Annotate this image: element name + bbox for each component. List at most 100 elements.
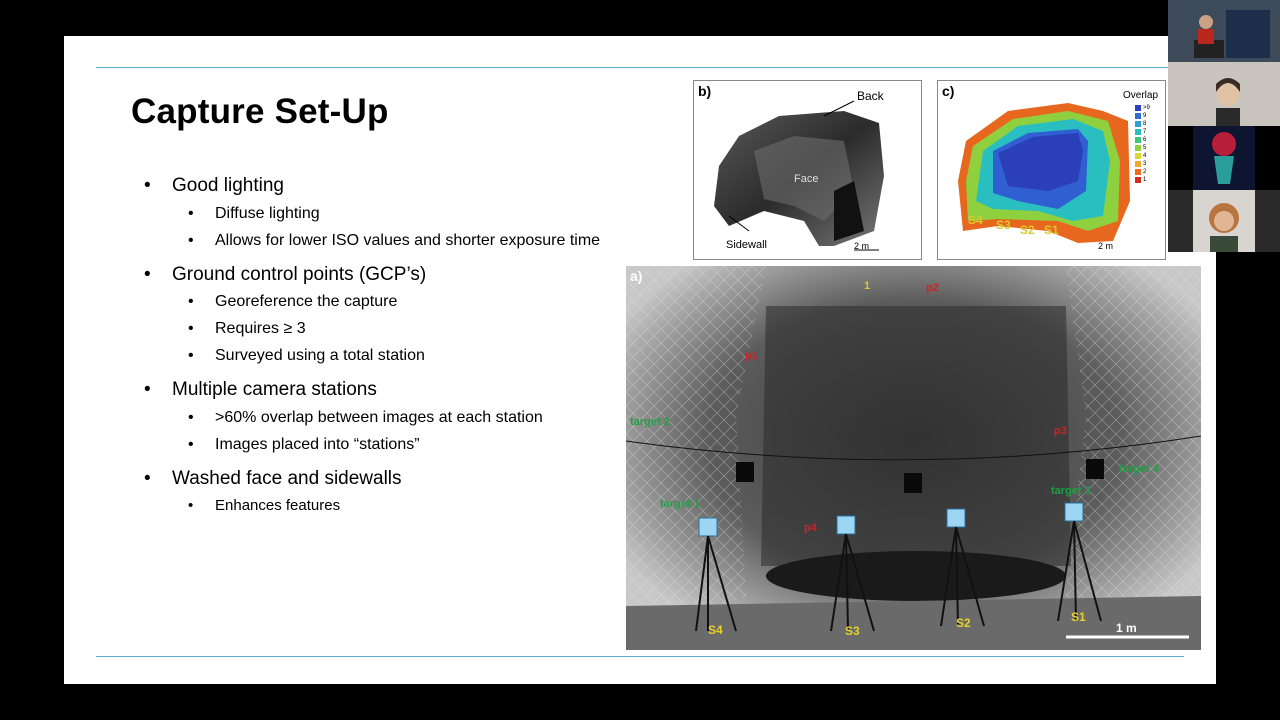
station-label: S4: [708, 623, 723, 637]
target-label: target 4: [1119, 463, 1159, 475]
bullet-text: Multiple camera stations: [172, 379, 377, 400]
legend-label: 1: [1143, 177, 1147, 183]
bullet-dot: •: [188, 205, 194, 222]
bullet-dot: •: [144, 264, 151, 285]
presentation-slide: Capture Set-Up • Good lighting • Diffuse…: [64, 36, 1216, 684]
legend-swatch: [1135, 121, 1141, 127]
gcp-label: p3: [1054, 425, 1067, 437]
legend-label: >9: [1143, 105, 1150, 111]
bullet-dot: •: [188, 320, 194, 337]
legend-swatch: [1135, 113, 1141, 119]
figure-label: a): [630, 268, 643, 284]
legend-swatch: [1135, 153, 1141, 159]
gcp-label: p2: [926, 282, 939, 294]
station-label: S1: [1044, 223, 1059, 237]
legend-entry: >9: [1135, 104, 1159, 112]
sub-bullet-text: Images placed into “stations”: [215, 436, 420, 453]
sub-bullet-text: Surveyed using a total station: [215, 347, 425, 364]
legend-label: 9: [1143, 113, 1147, 119]
participant-tile-3[interactable]: [1168, 126, 1280, 190]
participant-tile-4[interactable]: [1168, 190, 1280, 252]
person-icon: [1216, 78, 1240, 126]
legend-label: 3: [1143, 161, 1147, 167]
bullet-dot: •: [144, 379, 151, 400]
bottom-divider: [96, 656, 1184, 657]
bullet-dot: •: [188, 497, 194, 514]
legend-swatch: [1135, 161, 1141, 167]
bullet-text: Washed face and sidewalls: [172, 468, 402, 489]
legend-title: Overlap: [1123, 90, 1159, 101]
legend-entry: 8: [1135, 120, 1159, 128]
bullet-dot: •: [188, 232, 194, 249]
bullet-dot: •: [188, 347, 194, 364]
legend-entry: 7: [1135, 128, 1159, 136]
station-label: S4: [968, 213, 983, 227]
sub-bullet-text: Enhances features: [215, 497, 341, 514]
sub-bullet-text: Georeference the capture: [215, 293, 398, 310]
target-label: target 1: [660, 498, 700, 510]
legend-label: 7: [1143, 129, 1147, 135]
gcp-label: p4: [804, 522, 817, 534]
legend-entry: 6: [1135, 136, 1159, 144]
avatar-icon: [1193, 126, 1255, 190]
scale-label: 2 m: [854, 241, 870, 251]
person-icon: [1194, 10, 1270, 58]
legend-swatch: [1135, 177, 1141, 183]
gcp-label: p1: [745, 350, 758, 362]
sub-bullet-text: Diffuse lighting: [215, 205, 320, 222]
figure-c-overlap-map: c) Overlap >9 9 8 7 6 5 4 3 2 1 S4 S3 S2 S1 2 m: [937, 80, 1166, 260]
station-label: S3: [996, 218, 1011, 232]
legend-entry: 2: [1135, 168, 1159, 176]
participant-tile-2[interactable]: [1168, 62, 1280, 126]
participant-tile-1[interactable]: [1168, 0, 1280, 62]
bullet-dot: •: [144, 468, 151, 489]
tunnel-scan-image: [714, 100, 884, 251]
bullet-text: Good lighting: [172, 175, 284, 196]
person-icon: [1193, 190, 1255, 252]
legend-swatch: [1135, 137, 1141, 143]
figure-label: c): [942, 83, 955, 99]
label-sidewall: Sidewall: [726, 239, 767, 251]
legend-label: 5: [1143, 145, 1147, 151]
sub-bullet-text: >60% overlap between images at each stat…: [215, 409, 543, 426]
scale-label: 1 m: [1116, 621, 1137, 635]
legend-label: 4: [1143, 153, 1147, 159]
label-face: Face: [794, 173, 819, 185]
participant-video-strip: [1168, 0, 1280, 252]
overlap-legend: >9 9 8 7 6 5 4 3 2 1: [1135, 104, 1159, 184]
legend-entry: 3: [1135, 160, 1159, 168]
legend-swatch: [1135, 145, 1141, 151]
figure-b-point-cloud: b) Back Face Sidewall 2 m: [693, 80, 922, 260]
sub-bullet-text: Requires ≥ 3: [215, 320, 306, 337]
label-back: Back: [857, 89, 884, 103]
legend-entry: 4: [1135, 152, 1159, 160]
legend-label: 6: [1143, 137, 1147, 143]
legend-entry: 9: [1135, 112, 1159, 120]
station-label: S2: [1020, 223, 1035, 237]
slide-title: Capture Set-Up: [131, 92, 389, 131]
bullet-dot: •: [188, 409, 194, 426]
scale-label: 2 m: [1098, 241, 1114, 251]
figure-a-tunnel-photo: a) target 1 target 2 target 3 target 4 p…: [626, 266, 1201, 650]
bullet-dot: •: [188, 293, 194, 310]
legend-entry: 1: [1135, 176, 1159, 184]
station-label: S2: [956, 616, 971, 630]
target-label: target 3: [1051, 485, 1091, 497]
top-divider: [96, 67, 1184, 68]
station-label: S3: [845, 624, 860, 638]
mine-tunnel-photo: [626, 266, 1201, 650]
legend-swatch: [1135, 129, 1141, 135]
station-label: S1: [1071, 610, 1086, 624]
legend-entry: 5: [1135, 144, 1159, 152]
legend-label: 2: [1143, 169, 1147, 175]
legend-swatch: [1135, 105, 1141, 111]
point-label: 1: [864, 280, 871, 292]
bullet-dot: •: [188, 436, 194, 453]
target-label: target 2: [630, 416, 670, 428]
figure-label: b): [698, 83, 712, 99]
bullet-text: Ground control points (GCP’s): [172, 264, 427, 285]
legend-swatch: [1135, 169, 1141, 175]
bullet-dot: •: [144, 175, 151, 196]
sub-bullet-text: Allows for lower ISO values and shorter …: [215, 232, 601, 249]
legend-label: 8: [1143, 121, 1147, 127]
